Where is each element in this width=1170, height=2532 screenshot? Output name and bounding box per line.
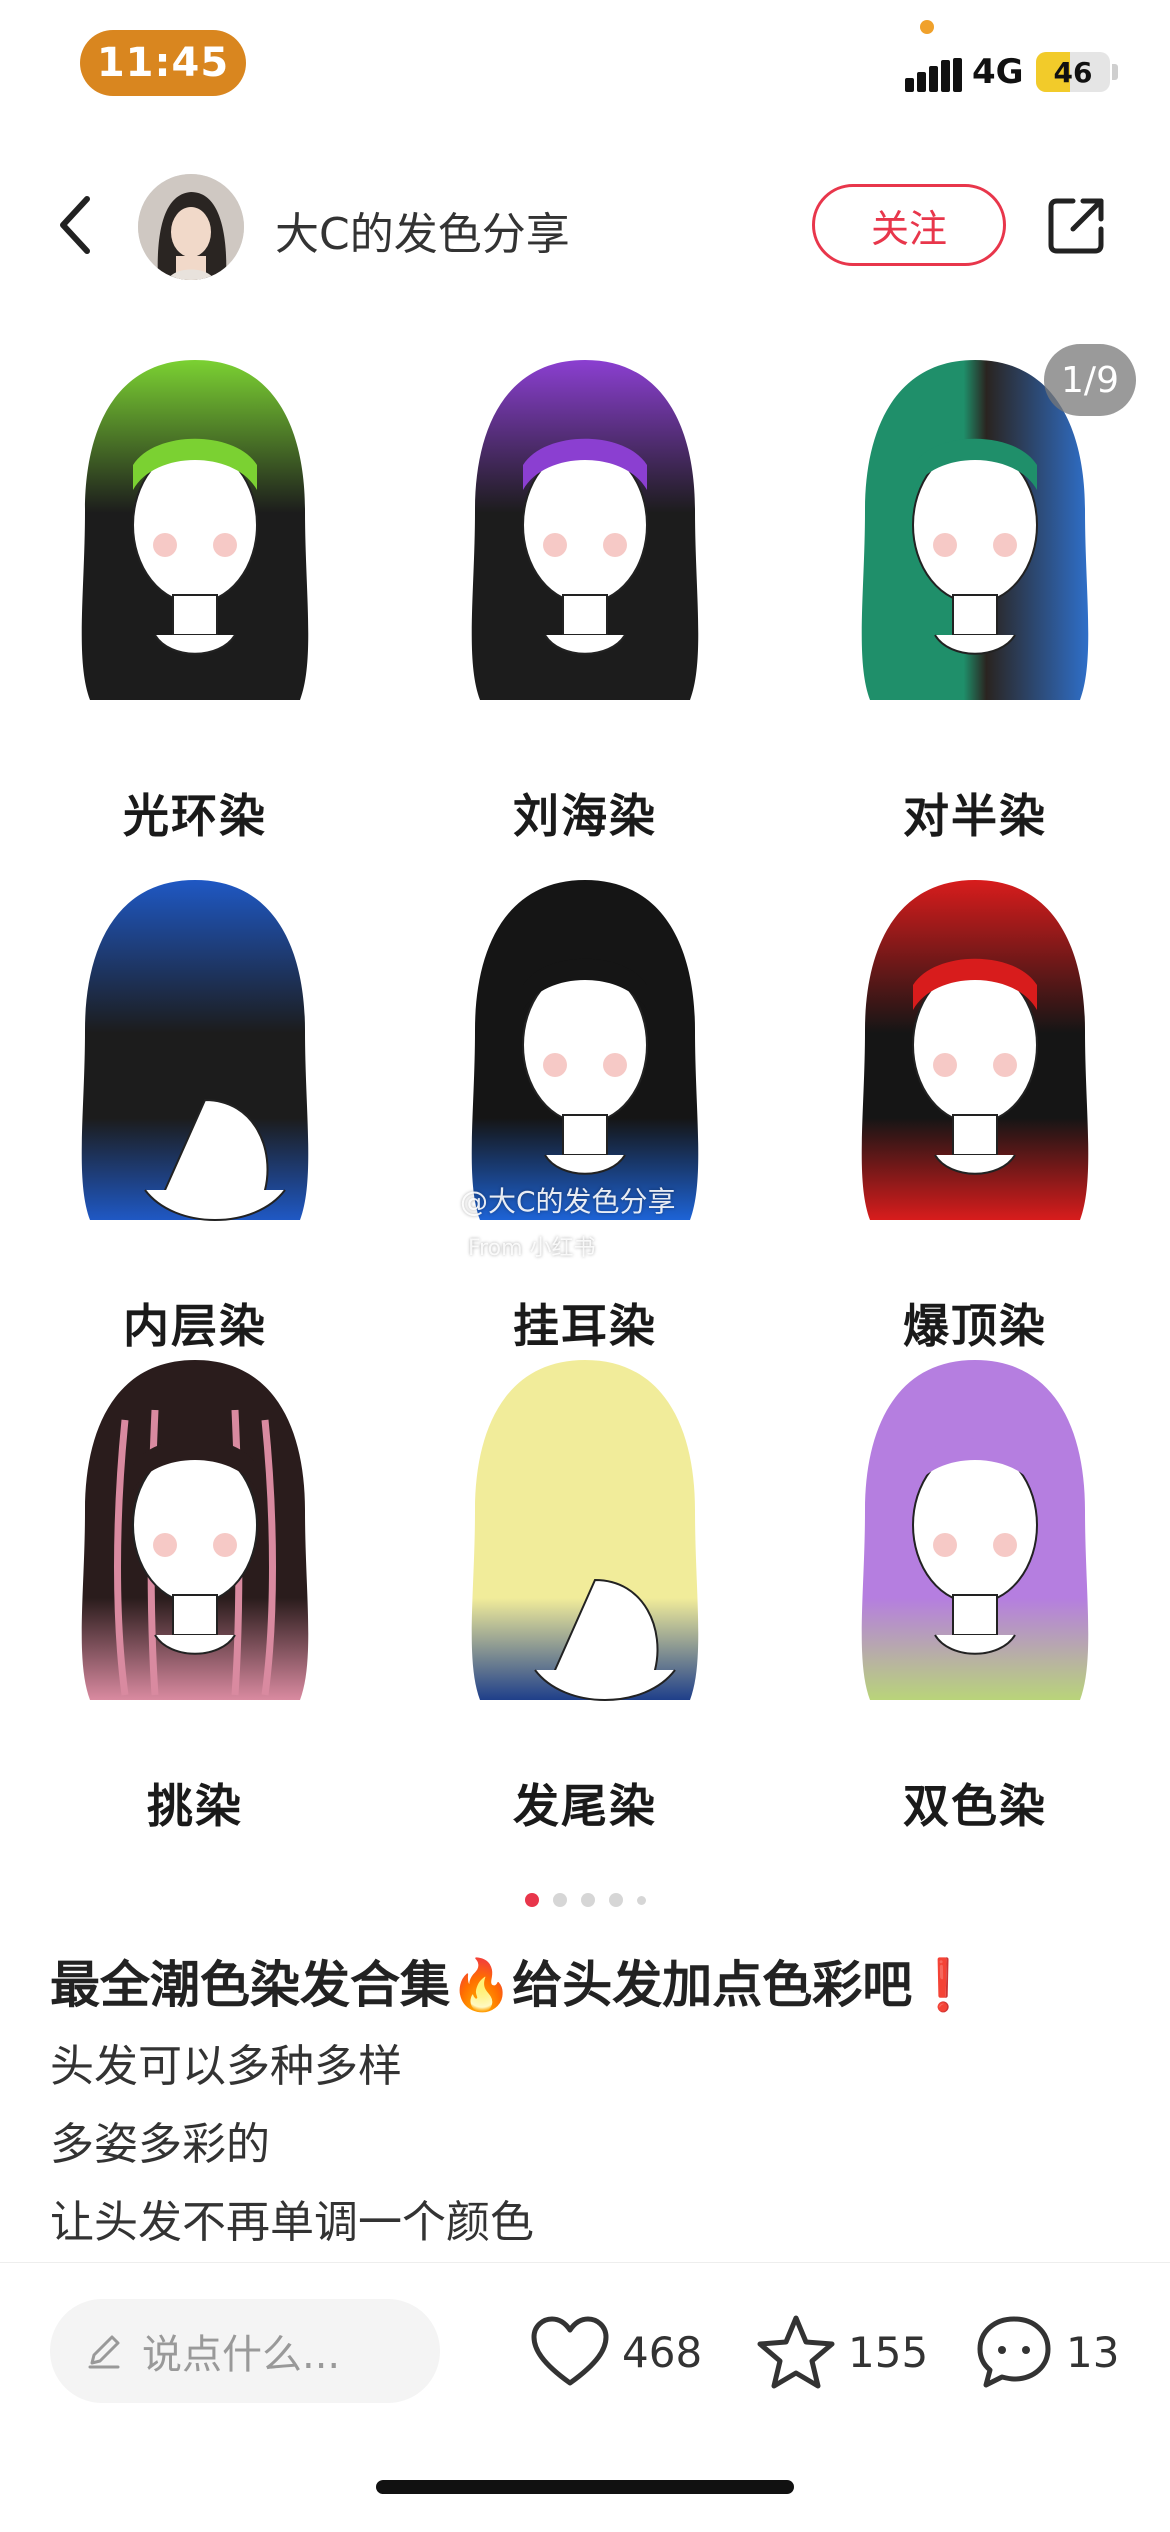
hairstyle-illustration bbox=[471, 360, 699, 700]
pencil-icon bbox=[88, 2335, 120, 2369]
hairstyle-illustration bbox=[81, 360, 309, 700]
author-name[interactable]: 大C的发色分享 bbox=[275, 198, 570, 262]
signal-icon bbox=[905, 58, 962, 92]
collect-count: 155 bbox=[848, 2327, 929, 2377]
hair-style-cell: 内层染 bbox=[0, 850, 390, 1360]
hair-style-cell: 发尾染 bbox=[390, 1330, 780, 1840]
carousel-dot[interactable] bbox=[552, 1893, 567, 1907]
post-title: 最全潮色染发合集🔥给头发加点色彩吧❗ bbox=[50, 1956, 975, 2014]
hair-style-label: 刘海染 bbox=[513, 789, 657, 843]
comment-count: 13 bbox=[1066, 2327, 1120, 2377]
post-header: 大C的发色分享 关注 bbox=[0, 160, 1170, 290]
hairstyle-illustration bbox=[81, 880, 309, 1221]
hair-style-label: 双色染 bbox=[903, 1779, 1047, 1833]
hair-style-cell: 挂耳染 bbox=[390, 850, 780, 1360]
hair-style-cell: 挑染 bbox=[0, 1330, 390, 1840]
battery-icon: 46 bbox=[1036, 52, 1110, 92]
like-count: 468 bbox=[622, 2327, 703, 2377]
hair-style-label: 光环染 bbox=[123, 789, 267, 843]
hair-color-grid: 光环染 刘海染 对半染 内层染 挂耳染 爆顶染 挑染 发尾染 双色染 bbox=[0, 330, 1170, 1850]
status-bar: 11:45 4G 46 bbox=[0, 0, 1170, 130]
carousel-dot[interactable] bbox=[524, 1893, 539, 1907]
follow-button[interactable]: 关注 bbox=[812, 184, 1006, 266]
hair-style-label: 对半染 bbox=[903, 789, 1047, 843]
comment-button[interactable]: 13 bbox=[974, 2307, 1119, 2397]
battery-percent: 46 bbox=[1053, 55, 1093, 89]
hair-style-label: 挑染 bbox=[147, 1779, 243, 1833]
post-text-line: 头发可以多种多样 bbox=[50, 2041, 402, 2092]
hair-style-cell: 双色染 bbox=[780, 1330, 1170, 1840]
post-image[interactable]: 光环染 刘海染 对半染 内层染 挂耳染 爆顶染 挑染 发尾染 双色染 @大C的发… bbox=[0, 330, 1170, 1850]
hairstyle-illustration bbox=[861, 880, 1089, 1220]
collect-button[interactable]: 155 bbox=[756, 2307, 928, 2397]
comment-placeholder: 说点什么... bbox=[142, 2332, 341, 2378]
heart-icon bbox=[531, 2316, 609, 2386]
avatar-image bbox=[138, 174, 244, 280]
like-button[interactable]: 468 bbox=[530, 2307, 702, 2397]
carousel-dots[interactable] bbox=[0, 1890, 1170, 1910]
hair-style-cell: 光环染 bbox=[0, 330, 390, 850]
comment-icon bbox=[977, 2316, 1051, 2388]
status-time: 11:45 bbox=[80, 30, 246, 96]
image-watermark: @大C的发色分享 bbox=[460, 1185, 676, 1218]
post-text-line: 多姿多彩的 bbox=[50, 2119, 270, 2170]
post-text-line: 让头发不再单调一个颜色 bbox=[50, 2197, 534, 2248]
network-type: 4G bbox=[972, 52, 1024, 92]
comment-input[interactable]: 说点什么... bbox=[50, 2299, 440, 2403]
avatar[interactable] bbox=[138, 174, 244, 280]
hairstyle-illustration bbox=[861, 1360, 1089, 1700]
hair-style-cell: 爆顶染 bbox=[780, 850, 1170, 1360]
chevron-left-icon bbox=[60, 196, 90, 254]
star-icon bbox=[757, 2315, 835, 2389]
back-button[interactable] bbox=[40, 190, 110, 260]
carousel-dot[interactable] bbox=[608, 1893, 623, 1907]
share-button[interactable] bbox=[1040, 190, 1112, 262]
carousel-dot[interactable] bbox=[636, 1895, 646, 1905]
bottom-action-bar: 说点什么... 468 155 13 bbox=[0, 2262, 1170, 2452]
hair-style-label: 发尾染 bbox=[513, 1779, 657, 1833]
hairstyle-illustration bbox=[471, 1360, 699, 1701]
share-icon bbox=[1048, 198, 1104, 254]
battery-cap bbox=[1112, 64, 1118, 80]
mic-indicator-dot bbox=[920, 20, 934, 34]
page-indicator: 1/9 bbox=[1044, 344, 1136, 416]
hairstyle-illustration bbox=[81, 1360, 309, 1700]
hair-style-cell: 刘海染 bbox=[390, 330, 780, 850]
carousel-dot[interactable] bbox=[580, 1893, 595, 1907]
image-watermark-sub: From 小红书 bbox=[468, 1236, 596, 1261]
home-indicator[interactable] bbox=[376, 2480, 794, 2494]
